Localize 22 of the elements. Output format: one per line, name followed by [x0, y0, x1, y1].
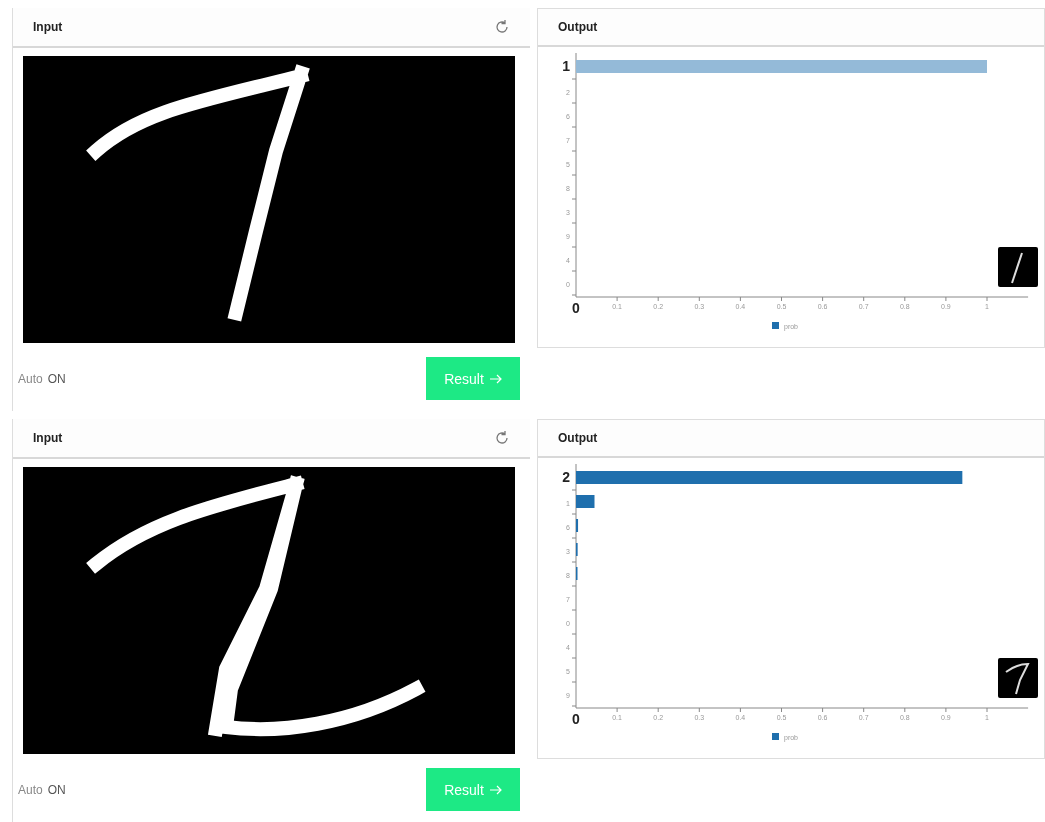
probability-bar — [576, 519, 579, 532]
thumbnail-drawing — [998, 247, 1038, 287]
legend-swatch — [772, 322, 779, 329]
panel-title: Input — [33, 20, 63, 34]
refresh-icon[interactable] — [494, 19, 510, 35]
auto-toggle[interactable]: ON — [47, 782, 66, 797]
origin-label: 0 — [572, 300, 580, 316]
arrow-icon — [489, 373, 502, 384]
auto-label: Auto — [18, 371, 43, 386]
panel-title: Output — [558, 20, 598, 34]
thumbnail-drawing — [998, 658, 1038, 698]
legend-swatch — [772, 733, 779, 740]
panel-title: Input — [33, 431, 63, 445]
axis-label: 2 — [562, 469, 570, 485]
origin-label: 0 — [572, 711, 580, 727]
refresh-icon[interactable] — [494, 430, 510, 446]
axis-label: 1 — [562, 58, 570, 74]
auto-toggle[interactable]: ON — [47, 371, 66, 386]
arrow-icon — [489, 784, 502, 795]
probability-bar — [576, 495, 595, 508]
panel-title: Output — [558, 431, 598, 445]
auto-label: Auto — [18, 782, 43, 797]
